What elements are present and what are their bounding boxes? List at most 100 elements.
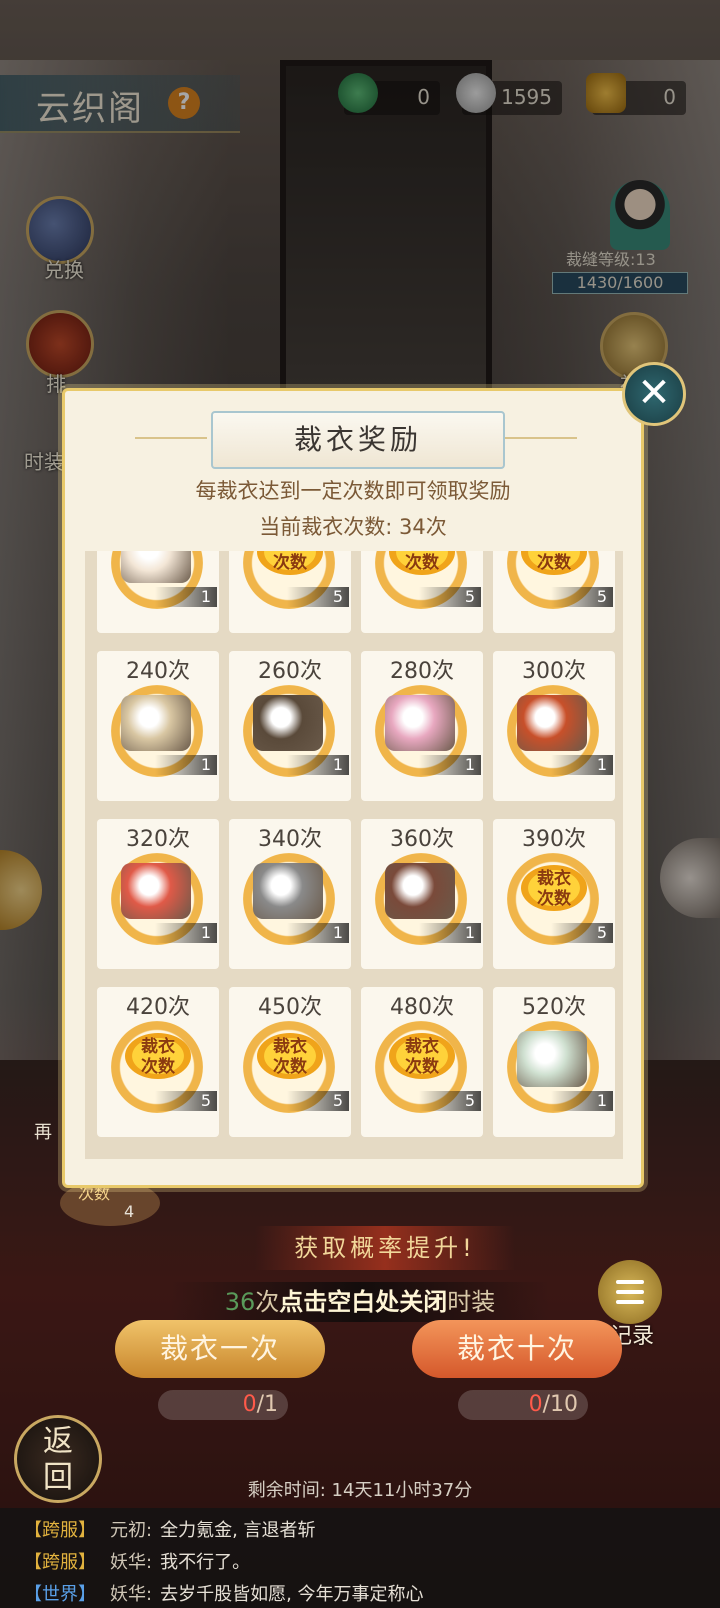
reward-cell[interactable]: 420次裁衣 次数 5 [97, 987, 219, 1137]
reward-cell[interactable]: 260次 1 [229, 651, 351, 801]
ticket-text: 裁衣 [273, 1037, 307, 1057]
cosmetic-item-icon [517, 1031, 587, 1087]
reward-threshold: 450次 [258, 995, 322, 1020]
cost-ten-have: 0 [528, 1392, 543, 1417]
ticket-text: 次数 [273, 1057, 307, 1077]
cost-once-need: /1 [256, 1392, 278, 1417]
reward-cell[interactable]: 450次裁衣 次数 5 [229, 987, 351, 1137]
frame-item-icon [121, 551, 191, 583]
cosmetic-item-icon [121, 863, 191, 919]
reward-quantity: 5 [287, 587, 349, 607]
reward-threshold: 280次 [390, 659, 454, 684]
chat-message[interactable]: 【世界】 妖华: 去岁千股皆如愿, 今年万事定称心 [24, 1580, 424, 1606]
hint-suffix: 时装 [447, 1288, 496, 1316]
reward-cell[interactable]: 1 [97, 551, 219, 633]
reward-quantity: 5 [419, 1091, 481, 1111]
menu-icon-line [616, 1290, 644, 1294]
hint-prefix: 次 [255, 1288, 280, 1316]
cost-ten-need: /10 [542, 1392, 578, 1417]
banner-ornament-right [505, 437, 577, 439]
current-count: 当前裁衣次数: 34次 [259, 515, 447, 539]
cost-once-have: 0 [242, 1392, 257, 1417]
tailor-ticket-icon: 裁衣次数 [521, 865, 587, 911]
reward-cell[interactable]: 裁衣次数 5 [229, 551, 351, 633]
reward-threshold: 260次 [258, 659, 322, 684]
reward-cell[interactable]: 裁衣次数 5 [361, 551, 483, 633]
cosmetic-item-icon [385, 863, 455, 919]
cosmetic-item-icon [253, 863, 323, 919]
hint-number: 36 [224, 1288, 256, 1316]
reward-quantity: 1 [287, 755, 349, 775]
ticket-text: 次数 [141, 1057, 175, 1077]
chat-channel: 【跨服】 [24, 1552, 96, 1573]
menu-icon-line [616, 1300, 644, 1304]
reward-quantity: 5 [287, 1091, 349, 1111]
reward-quantity: 1 [419, 755, 481, 775]
reward-cell[interactable]: 520次 1 [493, 987, 615, 1137]
close-button[interactable]: ✕ [622, 362, 686, 426]
reward-quantity: 1 [155, 587, 217, 607]
reward-threshold: 340次 [258, 827, 322, 852]
chat-text: 去岁千股皆如愿, 今年万事定称心 [160, 1584, 424, 1605]
remaining-time: 剩余时间: 14天11小时37分 [247, 1480, 473, 1501]
reward-threshold: 420次 [126, 995, 190, 1020]
tailor-ticket-icon: 裁衣次数 [389, 551, 455, 575]
tailor-controls: 再 次数 4 获取概率提升! 36次点击空白处关闭时装 记录 裁衣一次 裁衣十次… [0, 1122, 720, 1490]
ticket-text: 次数 [405, 1057, 439, 1077]
tailor-ticket-icon: 裁衣次数 [521, 551, 587, 575]
reward-cell[interactable]: 340次 1 [229, 819, 351, 969]
partial-again-label: 再 [34, 1122, 52, 1143]
count-badge-value: 4 [124, 1202, 135, 1221]
reward-cell[interactable]: 300次 1 [493, 651, 615, 801]
ticket-text: 裁衣 [405, 1037, 439, 1057]
reward-threshold: 480次 [390, 995, 454, 1020]
tailor-ticket-icon: 裁衣次数 [257, 1033, 323, 1079]
tailor-ten-button[interactable]: 裁衣十次 [412, 1320, 622, 1378]
chat-sender: 妖华: [110, 1584, 153, 1605]
ticket-text: 次数 [537, 553, 571, 573]
chat-channel: 【世界】 [24, 1584, 96, 1605]
dialog-title: 裁衣奖励 [211, 411, 505, 469]
chat-text: 全力氪金, 言退者斩 [160, 1520, 316, 1541]
reward-quantity: 5 [551, 587, 613, 607]
reward-threshold: 320次 [126, 827, 190, 852]
banner-ornament-left [135, 437, 207, 439]
reward-quantity: 5 [551, 923, 613, 943]
reward-dialog: 裁衣奖励 每裁衣达到一定次数即可领取奖励 当前裁衣次数: 34次 1裁衣次数5裁… [62, 388, 644, 1188]
reward-cell[interactable]: 360次 1 [361, 819, 483, 969]
ticket-text: 裁衣 [537, 869, 571, 889]
record-button[interactable] [598, 1260, 662, 1324]
reward-quantity: 5 [155, 1091, 217, 1111]
menu-icon-line [616, 1280, 644, 1284]
reward-quantity: 1 [287, 923, 349, 943]
cosmetic-item-icon [517, 695, 587, 751]
cosmetic-item-icon [121, 695, 191, 751]
reward-cell[interactable]: 裁衣次数 5 [493, 551, 615, 633]
probability-boost-banner: 获取概率提升! [255, 1226, 515, 1270]
reward-cell[interactable]: 320次 1 [97, 819, 219, 969]
chat-panel[interactable]: 【跨服】 元初: 全力氪金, 言退者斩 【跨服】 妖华: 我不行了。 【世界】 妖华: 去岁… [0, 1508, 720, 1608]
chat-message[interactable]: 【跨服】 元初: 全力氪金, 言退者斩 [24, 1516, 316, 1542]
reward-quantity: 1 [419, 923, 481, 943]
reward-threshold: 360次 [390, 827, 454, 852]
reward-cell[interactable]: 390次 裁衣 次数 5 [493, 819, 615, 969]
reward-grid[interactable]: 1裁衣次数5裁衣次数5裁衣次数5240次1260次1280次1300次1320次… [85, 551, 623, 1159]
tailor-once-button[interactable]: 裁衣一次 [115, 1320, 325, 1378]
tailor-ticket-icon: 裁衣次数 [257, 551, 323, 575]
chat-message[interactable]: 【跨服】 妖华: 我不行了。 [24, 1548, 250, 1574]
dialog-description: 每裁衣达到一定次数即可领取奖励 [195, 479, 511, 503]
chat-sender: 妖华: [110, 1552, 153, 1573]
tailor-ticket-icon: 裁衣次数 [389, 1033, 455, 1079]
reward-cell[interactable]: 480次裁衣 次数 5 [361, 987, 483, 1137]
cost-once: 0/1 [158, 1390, 288, 1420]
tailor-ticket-icon: 裁衣次数 [125, 1033, 191, 1079]
chat-sender: 元初: [110, 1520, 153, 1541]
back-label-1: 返 [43, 1424, 73, 1459]
reward-cell[interactable]: 280次 1 [361, 651, 483, 801]
reward-threshold: 300次 [522, 659, 586, 684]
reward-quantity: 5 [419, 587, 481, 607]
ticket-text: 裁衣 [141, 1037, 175, 1057]
reward-cell[interactable]: 240次 1 [97, 651, 219, 801]
hint-main: 点击空白处关闭 [279, 1288, 448, 1316]
reward-threshold: 240次 [126, 659, 190, 684]
